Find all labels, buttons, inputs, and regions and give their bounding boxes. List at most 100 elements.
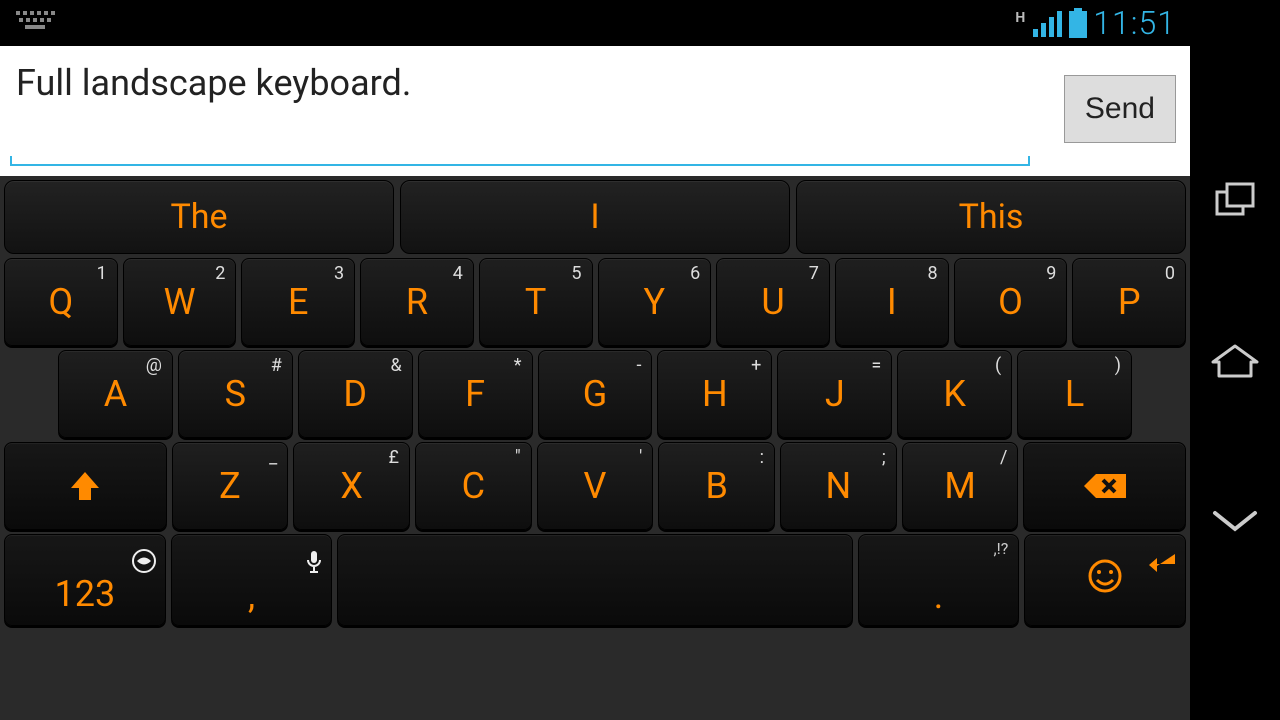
key-b[interactable]: B: (658, 442, 775, 530)
suggestion-2[interactable]: I (400, 180, 790, 254)
key-main-label: U (761, 281, 784, 323)
key-secondary-label: = (871, 355, 881, 376)
key-secondary-label: 1 (97, 263, 107, 284)
key-secondary-label: * (514, 355, 522, 376)
key-q[interactable]: Q1 (4, 258, 118, 346)
key-secondary-label: 5 (571, 263, 581, 284)
key-i[interactable]: I8 (835, 258, 949, 346)
key-secondary-label: - (636, 355, 641, 376)
key-secondary-label: _ (269, 447, 277, 468)
shift-key[interactable] (4, 442, 167, 530)
recent-apps-button[interactable] (1205, 170, 1265, 230)
key-v[interactable]: V' (537, 442, 654, 530)
backspace-icon (1082, 470, 1128, 502)
key-s[interactable]: S# (178, 350, 293, 438)
key-g[interactable]: G- (538, 350, 653, 438)
key-secondary-label: 0 (1165, 263, 1175, 284)
enter-key[interactable] (1024, 534, 1186, 626)
suggestion-1[interactable]: The (4, 180, 394, 254)
back-button[interactable] (1205, 490, 1265, 550)
key-secondary-label: 6 (690, 263, 700, 284)
key-secondary-label: 2 (215, 263, 225, 284)
key-t[interactable]: T5 (479, 258, 593, 346)
key-secondary-label: 9 (1046, 263, 1056, 284)
send-button[interactable]: Send (1064, 75, 1176, 143)
key-y[interactable]: Y6 (598, 258, 712, 346)
key-main-label: V (584, 465, 607, 507)
key-main-label: A (104, 373, 127, 415)
key-main-label: T (525, 281, 546, 323)
key-secondary-label: + (751, 355, 761, 376)
keyboard-indicator-icon (14, 11, 56, 35)
shift-icon (65, 466, 105, 506)
key-e[interactable]: E3 (241, 258, 355, 346)
system-nav-bar (1190, 0, 1280, 720)
suggestion-3[interactable]: This (796, 180, 1186, 254)
period-sec-label: ,!? (993, 539, 1008, 558)
key-row-4: 123 , . ,!? (4, 534, 1186, 626)
key-p[interactable]: P0 (1072, 258, 1186, 346)
key-secondary-label: / (1000, 447, 1007, 468)
key-main-label: I (887, 281, 897, 323)
key-main-label: S (225, 373, 246, 415)
key-secondary-label: 7 (809, 263, 819, 284)
key-secondary-label: # (271, 355, 282, 376)
key-main-label: P (1118, 281, 1141, 323)
key-main-label: N (826, 465, 852, 507)
key-row-3: Z_X£C"V'B:N;M/ (4, 442, 1186, 530)
numeric-label: 123 (54, 573, 115, 615)
key-main-label: M (944, 465, 975, 507)
key-main-label: J (825, 373, 845, 415)
key-main-label: E (288, 281, 308, 323)
key-main-label: C (462, 465, 485, 507)
key-l[interactable]: L) (1017, 350, 1132, 438)
main-area: H 11:51 Full landscape keyboard. Send (0, 0, 1190, 720)
key-m[interactable]: M/ (902, 442, 1019, 530)
key-x[interactable]: X£ (293, 442, 410, 530)
signal-icon (1033, 9, 1063, 37)
numeric-key[interactable]: 123 (4, 534, 166, 626)
comma-label: , (248, 575, 255, 617)
key-d[interactable]: D& (298, 350, 413, 438)
key-secondary-label: ) (1115, 355, 1121, 376)
key-o[interactable]: O9 (954, 258, 1068, 346)
key-main-label: X (340, 465, 363, 507)
key-z[interactable]: Z_ (172, 442, 289, 530)
key-secondary-label: 3 (334, 263, 344, 284)
comma-key[interactable]: , (171, 534, 333, 626)
key-secondary-label: 8 (928, 263, 938, 284)
key-main-label: B (705, 465, 727, 507)
key-secondary-label: ( (995, 355, 1001, 376)
key-main-label: H (702, 373, 728, 415)
key-main-label: Q (48, 281, 73, 323)
suggestion-row: The I This (4, 180, 1186, 254)
soft-keyboard: The I This Q1W2E3R4T5Y6U7I8O9P0 A@S#D&F*… (0, 176, 1190, 720)
key-h[interactable]: H+ (657, 350, 772, 438)
key-w[interactable]: W2 (123, 258, 237, 346)
key-c[interactable]: C" (415, 442, 532, 530)
network-type-label: H (1015, 10, 1025, 26)
key-u[interactable]: U7 (716, 258, 830, 346)
key-secondary-label: : (760, 447, 764, 468)
compose-area: Full landscape keyboard. Send (0, 46, 1190, 176)
key-secondary-label: & (390, 355, 401, 376)
battery-icon (1069, 8, 1087, 38)
key-j[interactable]: J= (777, 350, 892, 438)
home-button[interactable] (1205, 330, 1265, 390)
backspace-key[interactable] (1023, 442, 1186, 530)
key-main-label: O (998, 281, 1023, 323)
key-secondary-label: ; (882, 447, 886, 468)
enter-icon (1149, 541, 1177, 583)
key-k[interactable]: K( (897, 350, 1012, 438)
message-input[interactable]: Full landscape keyboard. (10, 52, 1044, 164)
key-a[interactable]: A@ (58, 350, 173, 438)
key-main-label: Z (219, 465, 241, 507)
status-bar: H 11:51 (0, 0, 1190, 46)
space-key[interactable] (337, 534, 852, 626)
key-r[interactable]: R4 (360, 258, 474, 346)
key-main-label: R (406, 281, 428, 323)
clock-label: 11:51 (1093, 4, 1176, 42)
key-f[interactable]: F* (418, 350, 533, 438)
period-key[interactable]: . ,!? (858, 534, 1020, 626)
key-n[interactable]: N; (780, 442, 897, 530)
